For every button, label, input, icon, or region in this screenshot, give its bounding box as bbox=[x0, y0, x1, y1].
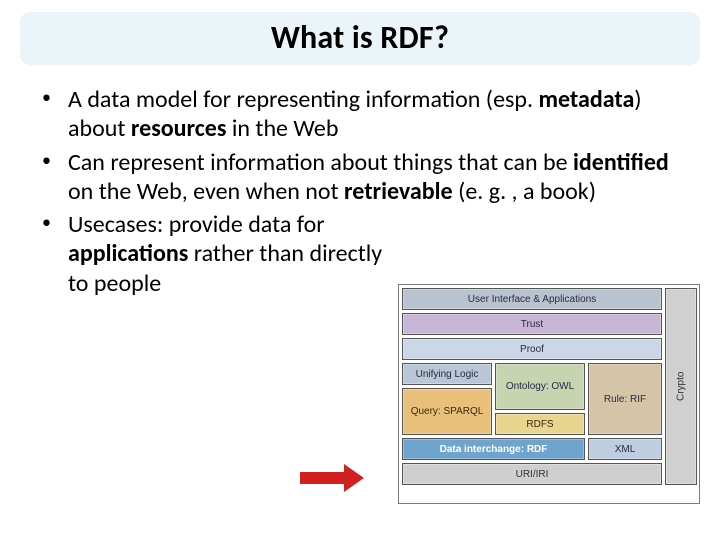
layer-rdfs: RDFS bbox=[495, 413, 585, 435]
bold-text: identified bbox=[573, 148, 669, 177]
bold-text: applications bbox=[68, 239, 188, 268]
bold-text: resources bbox=[131, 114, 227, 143]
layer-owl: Ontology: OWL bbox=[495, 363, 585, 410]
text: A data model for representing informatio… bbox=[68, 85, 538, 114]
text: (e. g. , a book) bbox=[453, 177, 596, 206]
content-area: A data model for representing informatio… bbox=[0, 65, 720, 298]
text: in the Web bbox=[226, 114, 338, 143]
layer-ui: User Interface & Applications bbox=[402, 288, 662, 310]
layer-crypto: Crypto bbox=[665, 288, 697, 485]
layer-xml: XML bbox=[588, 438, 662, 460]
text: on the Web, even when not bbox=[68, 177, 344, 206]
red-arrow-icon bbox=[300, 464, 370, 492]
layer-rule: Rule: RIF bbox=[588, 363, 662, 435]
semantic-web-stack-diagram: User Interface & Applications Trust Proo… bbox=[398, 284, 700, 504]
list-item: Can represent information about things t… bbox=[36, 148, 692, 207]
layer-logic: Unifying Logic bbox=[402, 363, 492, 385]
layer-rdf: Data interchange: RDF bbox=[402, 438, 585, 460]
text: Usecases: provide data for bbox=[68, 210, 325, 239]
title-bar: What is RDF? bbox=[20, 12, 700, 65]
bullet-list: A data model for representing informatio… bbox=[36, 85, 692, 298]
list-item: A data model for representing informatio… bbox=[36, 85, 692, 144]
text: Can represent information about things t… bbox=[68, 148, 573, 177]
bold-text: retrievable bbox=[344, 177, 453, 206]
layer-uri: URI/IRI bbox=[402, 463, 662, 485]
slide-title: What is RDF? bbox=[20, 18, 700, 57]
bold-text: metadata bbox=[538, 85, 634, 114]
layer-trust: Trust bbox=[402, 313, 662, 335]
layer-sparql: Query: SPARQL bbox=[402, 388, 492, 435]
layer-proof: Proof bbox=[402, 338, 662, 360]
